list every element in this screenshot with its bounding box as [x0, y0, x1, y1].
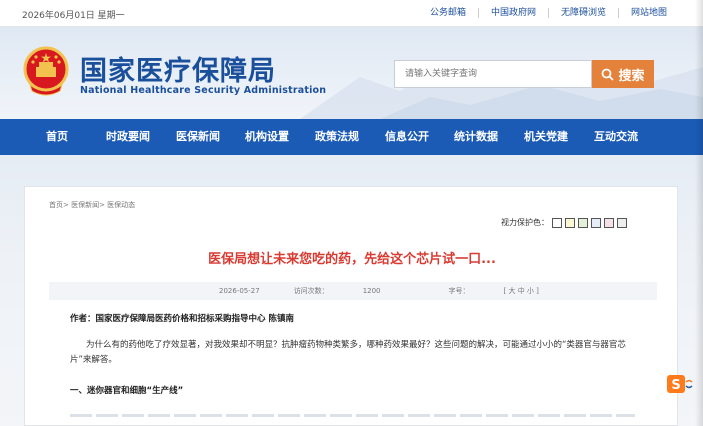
- search-button-label: 搜索: [618, 68, 645, 84]
- top-link-accessibility[interactable]: 无障碍浏览: [547, 8, 618, 18]
- sogou-logo-icon: S: [667, 375, 693, 393]
- article-card: 首页> 医保新闻> 医保动态 视力保护色： 医保局想让未来您吃的药，先给这个芯片…: [24, 186, 678, 426]
- sogou-s-icon[interactable]: S: [667, 375, 693, 393]
- nav-item-statistics[interactable]: 统计数据: [454, 119, 498, 155]
- national-emblem-icon[interactable]: [22, 45, 70, 97]
- font-size-options[interactable]: [ 大 中 小 ]: [504, 287, 539, 295]
- visit-count: 访问次数： 1200: [294, 286, 415, 296]
- color-swatch-green[interactable]: [578, 217, 588, 228]
- color-swatch-pink[interactable]: [604, 217, 614, 228]
- top-bar: 2026年06月01日 星期一 公务邮箱 中国政府网 无障碍浏览 网站地图: [0, 0, 703, 27]
- nav-item-organization[interactable]: 机构设置: [245, 119, 289, 155]
- font-size-label: 字号：: [448, 287, 470, 295]
- nav-item-news[interactable]: 医保新闻: [176, 119, 220, 155]
- vision-label: 视力保护色：: [501, 218, 549, 227]
- site-title-english: National Healthcare Security Administrat…: [80, 85, 327, 96]
- nav-item-policy[interactable]: 政策法规: [315, 119, 359, 155]
- color-swatch-yellow[interactable]: [565, 217, 575, 228]
- publish-date: 2026-05-27: [219, 287, 260, 295]
- search-input[interactable]: [394, 60, 592, 88]
- nav-item-disclosure[interactable]: 信息公开: [385, 119, 429, 155]
- nav-item-interaction[interactable]: 互动交流: [594, 119, 638, 155]
- svg-text:S: S: [671, 378, 680, 393]
- main-nav: 首页 时政要闻 医保新闻 机构设置 政策法规 信息公开 统计数据 机关党建 互动…: [0, 119, 703, 155]
- top-links: 公务邮箱 中国政府网 无障碍浏览 网站地图: [418, 8, 679, 18]
- article-intro: 为什么有的药他吃了疗效显著，对我效果却不明显？抗肿瘤药物种类繁多，哪种药效果最好…: [70, 340, 626, 365]
- nav-item-party[interactable]: 机关党建: [524, 119, 568, 155]
- visit-count-label: 访问次数：: [293, 287, 329, 295]
- breadcrumb[interactable]: 首页> 医保新闻> 医保动态: [49, 200, 135, 210]
- visit-count-value: 1200: [362, 287, 381, 295]
- article-meta: 2026-05-27 访问次数： 1200 字号： [ 大 中 小 ]: [49, 282, 657, 300]
- top-link-mail[interactable]: 公务邮箱: [418, 8, 478, 18]
- search-button[interactable]: 搜索: [592, 60, 654, 88]
- nav-item-home[interactable]: 首页: [46, 119, 68, 155]
- truncated-text-line: [70, 411, 635, 419]
- top-link-sitemap[interactable]: 网站地图: [617, 8, 679, 18]
- search-icon: [602, 68, 615, 81]
- article-title: 医保局想让未来您吃的药，先给这个芯片试一口...: [208, 252, 496, 267]
- top-link-gov[interactable]: 中国政府网: [477, 8, 548, 18]
- article-author: 作者：国家医疗保障局医药价格和招标采购指导中心 陈镇南: [70, 314, 294, 324]
- site-header: 国家医疗保障局 National Healthcare Security Adm…: [0, 27, 703, 119]
- window-edge-shadow: [695, 0, 703, 426]
- color-swatch-white[interactable]: [552, 217, 562, 228]
- color-swatch-gray[interactable]: [617, 217, 627, 228]
- font-size-control[interactable]: 字号： [ 大 中 小 ]: [449, 286, 573, 296]
- site-title[interactable]: 国家医疗保障局: [80, 49, 276, 88]
- color-swatch-blue[interactable]: [591, 217, 601, 228]
- vision-protection: 视力保护色：: [501, 217, 627, 228]
- section-heading: 一、迷你器官和细胞“生产线”: [70, 386, 184, 396]
- current-date: 2026年06月01日 星期一: [22, 11, 125, 21]
- nav-item-politics[interactable]: 时政要闻: [106, 119, 150, 155]
